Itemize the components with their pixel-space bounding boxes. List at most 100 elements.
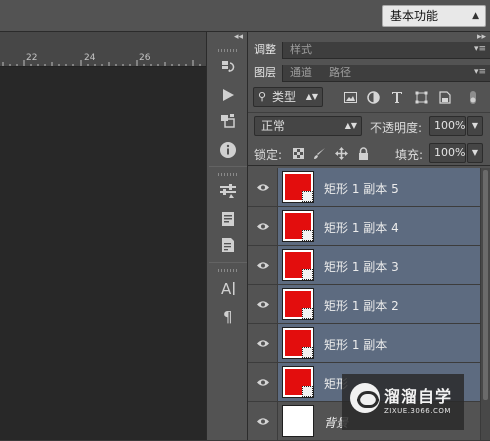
shape-layer-badge-icon xyxy=(302,230,313,241)
layer-filter-row: ⚲ 类型 ▲▼ xyxy=(248,84,490,110)
blend-mode-select[interactable]: 正常 ▲▼ xyxy=(254,116,362,136)
layer-name[interactable]: 矩形 1 副本 xyxy=(324,336,387,353)
workspace-select[interactable]: 基本功能 ▲ xyxy=(382,5,486,27)
shape-layer-badge-icon xyxy=(302,191,313,202)
layers-tabs: 图层 通道 路径 ▾≡ xyxy=(248,65,490,82)
eye-icon xyxy=(256,261,269,269)
shape-layer-badge-icon xyxy=(302,269,313,280)
visibility-toggle[interactable] xyxy=(248,168,278,206)
eye-icon xyxy=(256,417,269,425)
notes-icon[interactable] xyxy=(218,235,238,255)
layer-name[interactable]: 矩形 1 副本 2 xyxy=(324,297,399,314)
watermark-title: 溜溜自学 xyxy=(384,387,453,406)
filter-kind-label: 类型 xyxy=(272,90,297,104)
fill-value: 100% xyxy=(434,146,466,159)
lock-transparent-icon[interactable] xyxy=(291,146,305,160)
layer-thumbnail xyxy=(282,171,314,203)
background-thumbnail xyxy=(282,405,314,437)
lock-row: 锁定: 填充: 100% ▼ xyxy=(248,140,490,166)
adjustment-filter-icon[interactable] xyxy=(366,90,380,104)
eye-icon xyxy=(256,183,269,191)
character-icon[interactable]: A xyxy=(218,278,238,298)
layer-row[interactable]: 矩形 1 副本 3 xyxy=(248,246,480,285)
tab-adjustments[interactable]: 调整 xyxy=(248,42,283,59)
tab-channels[interactable]: 通道 xyxy=(284,65,318,82)
lock-all-icon[interactable] xyxy=(356,146,370,160)
eye-icon xyxy=(256,222,269,230)
fill-field[interactable]: 100% xyxy=(429,143,466,163)
layer-row[interactable]: 矩形 1 副本 xyxy=(248,324,480,363)
layer-row[interactable]: 矩形 1 副本 4 xyxy=(248,207,480,246)
eye-icon xyxy=(256,339,269,347)
panel-menu-icon[interactable]: ▾≡ xyxy=(474,44,486,54)
properties-icon[interactable] xyxy=(218,111,238,131)
shape-layer-badge-icon xyxy=(302,347,313,358)
chevron-updown-icon: ▲▼ xyxy=(344,121,357,130)
smart-object-filter-icon[interactable] xyxy=(438,90,452,104)
layer-row[interactable]: 矩形 1 副本 2 xyxy=(248,285,480,324)
type-filter-icon[interactable] xyxy=(390,90,404,104)
tab-paths[interactable]: 路径 xyxy=(323,65,357,82)
visibility-toggle[interactable] xyxy=(248,324,278,362)
lock-paint-icon[interactable] xyxy=(312,146,326,160)
chevron-updown-icon: ▲ xyxy=(472,11,479,21)
tab-layers[interactable]: 图层 xyxy=(248,65,283,82)
visibility-toggle[interactable] xyxy=(248,207,278,245)
opacity-value: 100% xyxy=(434,119,466,132)
chevron-down-icon: ▼ xyxy=(471,148,479,157)
layer-thumbnail xyxy=(282,249,314,281)
clone-source-icon[interactable] xyxy=(218,209,238,229)
lock-label: 锁定: xyxy=(254,148,283,162)
visibility-toggle[interactable] xyxy=(248,402,278,440)
watermark-url: ZIXUE.3066.COM xyxy=(384,407,451,415)
document-canvas[interactable]: 22 24 26 xyxy=(0,32,206,440)
fill-dropdown-button[interactable]: ▼ xyxy=(467,143,483,163)
opacity-field[interactable]: 100% xyxy=(429,116,466,136)
history-icon[interactable] xyxy=(218,57,238,77)
layer-name[interactable]: 矩形 1 副本 4 xyxy=(324,219,399,236)
blend-row: 正常 ▲▼ 不透明度: 100% ▼ xyxy=(248,112,490,138)
tab-styles[interactable]: 样式 xyxy=(284,42,318,59)
eye-icon xyxy=(256,378,269,386)
visibility-toggle[interactable] xyxy=(248,246,278,284)
info-icon[interactable] xyxy=(218,140,238,160)
filter-toggle-icon[interactable] xyxy=(466,90,480,104)
search-icon: ⚲ xyxy=(258,90,267,103)
layers-scrollbar[interactable] xyxy=(480,168,490,440)
collapse-icon[interactable]: ◂◂ xyxy=(234,32,243,42)
fill-label: 填充: xyxy=(395,148,424,162)
panel-menu-icon[interactable]: ▾≡ xyxy=(474,67,486,77)
paragraph-icon[interactable]: ¶ xyxy=(218,306,238,326)
options-bar: 基本功能 ▲ xyxy=(0,0,490,32)
brush-settings-icon[interactable] xyxy=(218,181,238,201)
opacity-dropdown-button[interactable]: ▼ xyxy=(467,116,483,136)
collapse-panel-icon[interactable]: ▸▸ xyxy=(477,32,486,42)
ruler-ticks xyxy=(2,60,201,66)
visibility-toggle[interactable] xyxy=(248,363,278,401)
svg-text:¶: ¶ xyxy=(223,308,233,324)
watermark-logo-icon xyxy=(350,383,380,413)
eye-icon xyxy=(256,300,269,308)
lock-position-icon[interactable] xyxy=(334,146,348,160)
layer-thumbnail xyxy=(282,288,314,320)
layer-name[interactable]: 矩形 1 副本 3 xyxy=(324,258,399,275)
grip-icon[interactable] xyxy=(218,49,238,52)
play-icon[interactable] xyxy=(218,85,238,105)
shape-filter-icon[interactable] xyxy=(414,90,428,104)
visibility-toggle[interactable] xyxy=(248,285,278,323)
filter-kind-select[interactable]: ⚲ 类型 ▲▼ xyxy=(253,87,323,107)
grip-icon[interactable] xyxy=(218,269,238,272)
canvas-background xyxy=(0,67,206,440)
svg-text:A: A xyxy=(221,280,232,297)
grip-icon[interactable] xyxy=(218,173,238,176)
layer-row[interactable]: 矩形 1 副本 5 xyxy=(248,168,480,207)
image-filter-icon[interactable] xyxy=(343,90,357,104)
chevron-down-icon: ▼ xyxy=(471,121,479,130)
divider xyxy=(209,166,247,167)
watermark: 溜溜自学 ZIXUE.3066.COM xyxy=(342,374,464,430)
scrollbar-thumb[interactable] xyxy=(483,170,488,400)
chevron-updown-icon: ▲▼ xyxy=(305,92,318,101)
layer-name[interactable]: 矩形 1 副本 5 xyxy=(324,180,399,197)
shape-layer-badge-icon xyxy=(302,386,313,397)
opacity-label: 不透明度: xyxy=(370,121,423,135)
